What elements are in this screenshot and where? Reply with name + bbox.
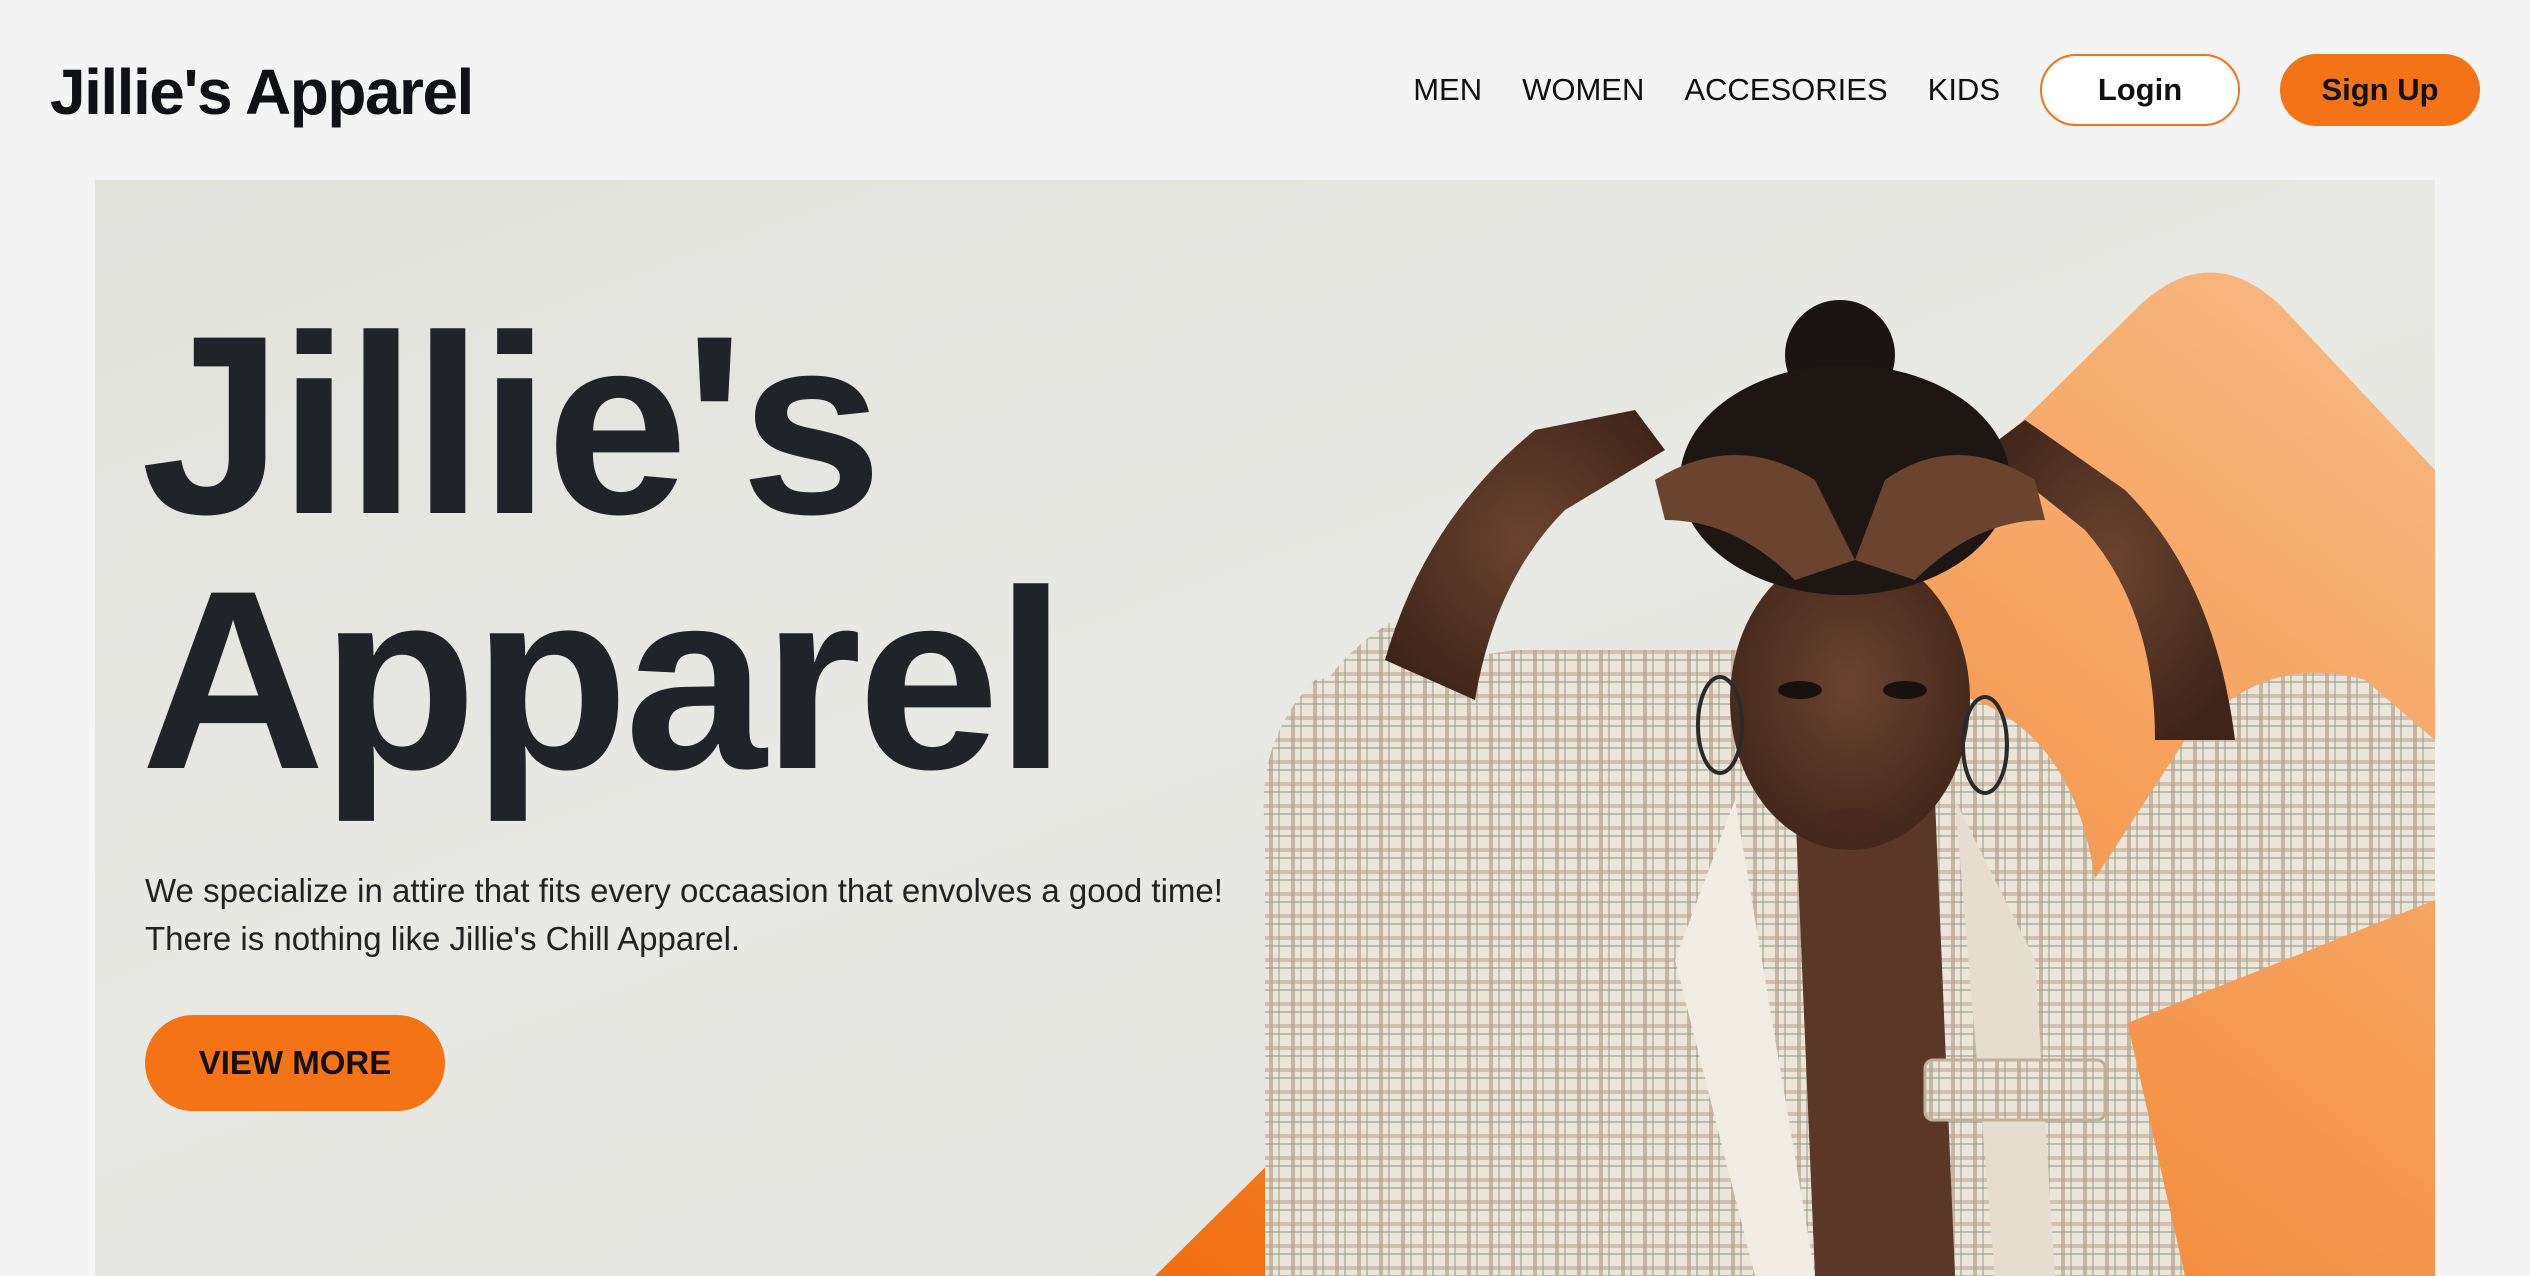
signup-button[interactable]: Sign Up	[2280, 54, 2480, 126]
nav-link-men[interactable]: MEN	[1413, 54, 1482, 126]
hero-title-line-2: Apparel	[141, 538, 1066, 823]
hero-description-line-2: There is nothing like Jillie's Chill App…	[145, 920, 741, 957]
page: Jillie's Apparel MEN WOMEN ACCESORIES KI…	[0, 0, 2530, 1276]
hero-description: We specialize in attire that fits every …	[145, 867, 1245, 963]
nav-link-women[interactable]: WOMEN	[1522, 54, 1644, 126]
hero-section: Jillie's Apparel We specialize in attire…	[95, 180, 2435, 1276]
hero-description-line-1: We specialize in attire that fits every …	[145, 872, 1223, 909]
login-button[interactable]: Login	[2040, 54, 2240, 126]
main-nav: MEN WOMEN ACCESORIES KIDS Login Sign Up	[1413, 54, 2480, 126]
nav-link-accesories[interactable]: ACCESORIES	[1684, 54, 1887, 126]
hero-title: Jillie's Apparel	[141, 283, 1066, 823]
hero-title-line-1: Jillie's	[141, 283, 882, 568]
nav-link-kids[interactable]: KIDS	[1928, 54, 2000, 126]
brand-logo[interactable]: Jillie's Apparel	[50, 52, 474, 132]
view-more-button[interactable]: VIEW MORE	[145, 1015, 445, 1111]
site-header: Jillie's Apparel MEN WOMEN ACCESORIES KI…	[0, 0, 2530, 180]
